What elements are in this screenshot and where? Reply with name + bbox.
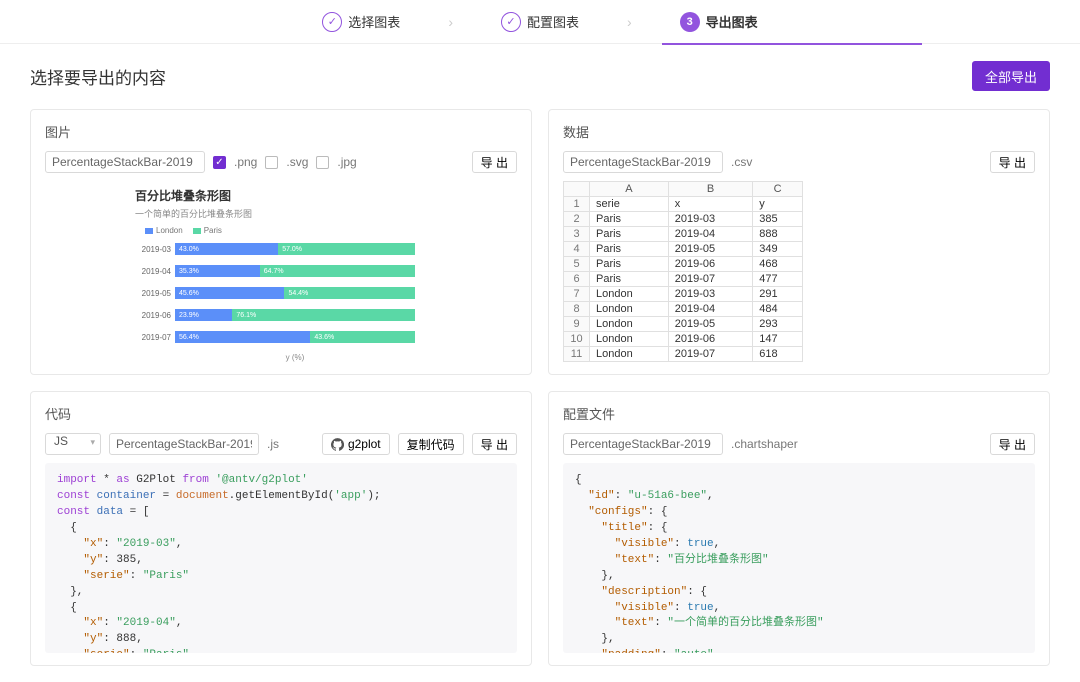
legend-swatch (193, 228, 201, 234)
github-icon (331, 438, 344, 451)
chart-subtitle: 一个简单的百分比堆叠条形图 (135, 207, 517, 220)
step-number-icon: 3 (680, 12, 700, 32)
check-icon: ✓ (501, 12, 521, 32)
card-title: 图片 (45, 122, 517, 141)
image-export-card: 图片 ✓ .png .svg .jpg 导 出 百分比堆叠条形图 一个简单的百分比… (30, 109, 532, 375)
legend-swatch (145, 228, 153, 234)
code-preview: import * as G2Plot from '@antv/g2plot' c… (45, 463, 517, 653)
ext-label: .png (234, 155, 257, 169)
filename-input[interactable] (45, 151, 205, 173)
export-button[interactable]: 导 出 (472, 151, 517, 173)
legend-label: London (156, 226, 183, 235)
config-export-card: 配置文件 .chartshaper 导 出 { "id": "u-51a6-be… (548, 391, 1050, 666)
ext-label: .chartshaper (731, 437, 798, 451)
axis-label: y (%) (175, 351, 415, 362)
code-export-card: 代码 JS .js g2plot 复制代码 导 出 import * as G2… (30, 391, 532, 666)
export-button[interactable]: 导 出 (990, 433, 1035, 455)
filename-input[interactable] (563, 433, 723, 455)
checkbox-svg[interactable] (265, 156, 278, 169)
step-export-chart[interactable]: 3 导出图表 (652, 12, 786, 32)
github-label: g2plot (348, 437, 381, 451)
copy-code-button[interactable]: 复制代码 (398, 433, 464, 455)
wizard-steps: ✓ 选择图表 › ✓ 配置图表 › 3 导出图表 (0, 0, 1080, 44)
legend-label: Paris (204, 226, 222, 235)
checkbox-jpg[interactable] (316, 156, 329, 169)
config-preview: { "id": "u-51a6-bee", "configs": { "titl… (563, 463, 1035, 653)
card-title: 代码 (45, 404, 517, 423)
data-export-card: 数据 .csv 导 出 ABC1seriexy2Paris2019-033853… (548, 109, 1050, 375)
filename-input[interactable] (109, 433, 259, 455)
card-title: 数据 (563, 122, 1035, 141)
checkbox-png[interactable]: ✓ (213, 156, 226, 169)
chevron-right-icon: › (428, 14, 473, 30)
ext-label: .js (267, 437, 279, 451)
export-button[interactable]: 导 出 (472, 433, 517, 455)
card-title: 配置文件 (563, 404, 1035, 423)
ext-label: .jpg (337, 155, 356, 169)
filename-input[interactable] (563, 151, 723, 173)
chart-title: 百分比堆叠条形图 (135, 187, 517, 204)
step-configure-chart[interactable]: ✓ 配置图表 (473, 12, 607, 32)
ext-label: .csv (731, 155, 752, 169)
export-button[interactable]: 导 出 (990, 151, 1035, 173)
chevron-right-icon: › (607, 14, 652, 30)
chart-preview: 百分比堆叠条形图 一个简单的百分比堆叠条形图 London Paris 2019… (45, 181, 517, 362)
active-step-underline (662, 43, 922, 45)
step-label: 导出图表 (706, 12, 758, 31)
data-table: ABC1seriexy2Paris2019-033853Paris2019-04… (563, 181, 803, 362)
ext-label: .svg (286, 155, 308, 169)
check-icon: ✓ (322, 12, 342, 32)
page-title: 选择要导出的内容 (30, 64, 166, 89)
github-button[interactable]: g2plot (322, 433, 390, 455)
step-label: 配置图表 (527, 12, 579, 31)
step-label: 选择图表 (348, 12, 400, 31)
export-all-button[interactable]: 全部导出 (972, 61, 1050, 91)
chart-legend: London Paris (135, 226, 517, 235)
step-select-chart[interactable]: ✓ 选择图表 (294, 12, 428, 32)
language-select[interactable]: JS (45, 433, 101, 455)
